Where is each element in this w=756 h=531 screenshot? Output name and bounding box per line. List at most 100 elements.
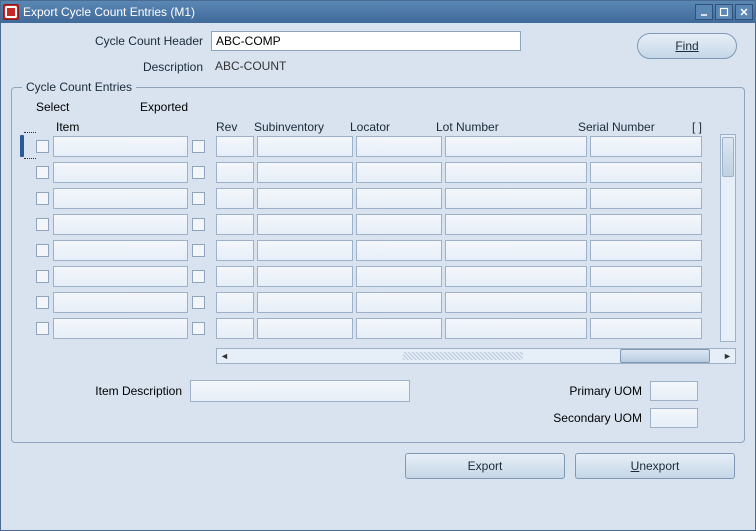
item-cell[interactable] (53, 136, 188, 157)
exported-checkbox[interactable] (192, 270, 205, 283)
col-serial-label: Serial Number (578, 120, 690, 134)
subinventory-cell[interactable] (257, 214, 353, 235)
serial-cell[interactable] (590, 162, 702, 183)
rev-cell[interactable] (216, 240, 254, 261)
exported-checkbox[interactable] (192, 296, 205, 309)
primary-uom-field[interactable] (650, 381, 698, 401)
locator-cell[interactable] (356, 292, 442, 313)
exported-checkbox[interactable] (192, 322, 205, 335)
locator-cell[interactable] (356, 214, 442, 235)
subinventory-cell[interactable] (257, 188, 353, 209)
item-description-label: Item Description (20, 384, 190, 398)
serial-cell[interactable] (590, 136, 702, 157)
vertical-scrollbar[interactable] (720, 134, 736, 342)
col-rev-label: Rev (216, 120, 254, 134)
description-value: ABC-COUNT (211, 57, 521, 77)
col-select-label: Select (36, 100, 69, 114)
horizontal-scrollbar[interactable]: ◄ ► (216, 348, 736, 364)
lot-cell[interactable] (445, 240, 587, 261)
scroll-right-icon[interactable]: ► (720, 349, 735, 363)
locator-cell[interactable] (356, 136, 442, 157)
subinventory-cell[interactable] (257, 162, 353, 183)
col-overflow-label[interactable]: [ ] (690, 120, 704, 134)
locator-cell[interactable] (356, 266, 442, 287)
rev-cell[interactable] (216, 162, 254, 183)
exported-checkbox[interactable] (192, 140, 205, 153)
item-cell[interactable] (53, 318, 188, 339)
lot-cell[interactable] (445, 162, 587, 183)
exported-checkbox[interactable] (192, 192, 205, 205)
row-cursor-icon (20, 135, 24, 157)
subinventory-cell[interactable] (257, 240, 353, 261)
rev-cell[interactable] (216, 266, 254, 287)
locator-cell[interactable] (356, 188, 442, 209)
select-checkbox[interactable] (36, 192, 49, 205)
select-checkbox[interactable] (36, 140, 49, 153)
rev-cell[interactable] (216, 136, 254, 157)
primary-uom-label: Primary UOM (410, 384, 650, 398)
serial-cell[interactable] (590, 188, 702, 209)
select-checkbox[interactable] (36, 218, 49, 231)
export-button[interactable]: Export (405, 453, 565, 479)
fieldset-legend: Cycle Count Entries (22, 80, 136, 94)
secondary-uom-label: Secondary UOM (410, 411, 650, 425)
locator-cell[interactable] (356, 162, 442, 183)
serial-cell[interactable] (590, 214, 702, 235)
description-label: Description (11, 60, 211, 74)
rev-cell[interactable] (216, 214, 254, 235)
close-button[interactable] (735, 4, 753, 20)
col-locator-label: Locator (350, 120, 436, 134)
select-checkbox[interactable] (36, 322, 49, 335)
maximize-button[interactable] (715, 4, 733, 20)
lot-cell[interactable] (445, 266, 587, 287)
rev-cell[interactable] (216, 292, 254, 313)
select-checkbox[interactable] (36, 244, 49, 257)
select-checkbox[interactable] (36, 270, 49, 283)
subinventory-cell[interactable] (257, 318, 353, 339)
locator-cell[interactable] (356, 318, 442, 339)
item-cell[interactable] (53, 240, 188, 261)
locator-cell[interactable] (356, 240, 442, 261)
subinventory-cell[interactable] (257, 136, 353, 157)
unexport-button[interactable]: Unexport (575, 453, 735, 479)
item-description-field[interactable] (190, 380, 410, 402)
item-cell[interactable] (53, 188, 188, 209)
lot-cell[interactable] (445, 136, 587, 157)
scroll-left-icon[interactable]: ◄ (217, 349, 232, 363)
minimize-button[interactable] (695, 4, 713, 20)
titlebar: Export Cycle Count Entries (M1) (1, 1, 755, 23)
exported-checkbox[interactable] (192, 244, 205, 257)
item-cell[interactable] (53, 162, 188, 183)
lot-cell[interactable] (445, 214, 587, 235)
select-checkbox[interactable] (36, 166, 49, 179)
select-checkbox[interactable] (36, 296, 49, 309)
rev-cell[interactable] (216, 318, 254, 339)
serial-cell[interactable] (590, 292, 702, 313)
lot-cell[interactable] (445, 188, 587, 209)
serial-cell[interactable] (590, 266, 702, 287)
cycle-count-header-label: Cycle Count Header (11, 34, 211, 48)
rev-cell[interactable] (216, 188, 254, 209)
export-cycle-count-window: Export Cycle Count Entries (M1) Cycle Co… (0, 0, 756, 531)
subinventory-cell[interactable] (257, 292, 353, 313)
oracle-icon (3, 4, 19, 20)
subinventory-cell[interactable] (257, 266, 353, 287)
item-cell[interactable] (53, 292, 188, 313)
cycle-count-entries-fieldset: Cycle Count Entries Select Exported Item (11, 87, 745, 443)
exported-checkbox[interactable] (192, 218, 205, 231)
exported-checkbox[interactable] (192, 166, 205, 179)
serial-cell[interactable] (590, 240, 702, 261)
find-button[interactable]: Find (637, 33, 737, 59)
col-lot-label: Lot Number (436, 120, 578, 134)
col-exported-label: Exported (140, 100, 188, 114)
cycle-count-header-input[interactable] (211, 31, 521, 51)
lot-cell[interactable] (445, 318, 587, 339)
lot-cell[interactable] (445, 292, 587, 313)
item-cell[interactable] (53, 214, 188, 235)
serial-cell[interactable] (590, 318, 702, 339)
col-item-label: Item (56, 120, 79, 134)
item-cell[interactable] (53, 266, 188, 287)
secondary-uom-field[interactable] (650, 408, 698, 428)
col-subinventory-label: Subinventory (254, 120, 350, 134)
window-title: Export Cycle Count Entries (M1) (23, 5, 695, 19)
